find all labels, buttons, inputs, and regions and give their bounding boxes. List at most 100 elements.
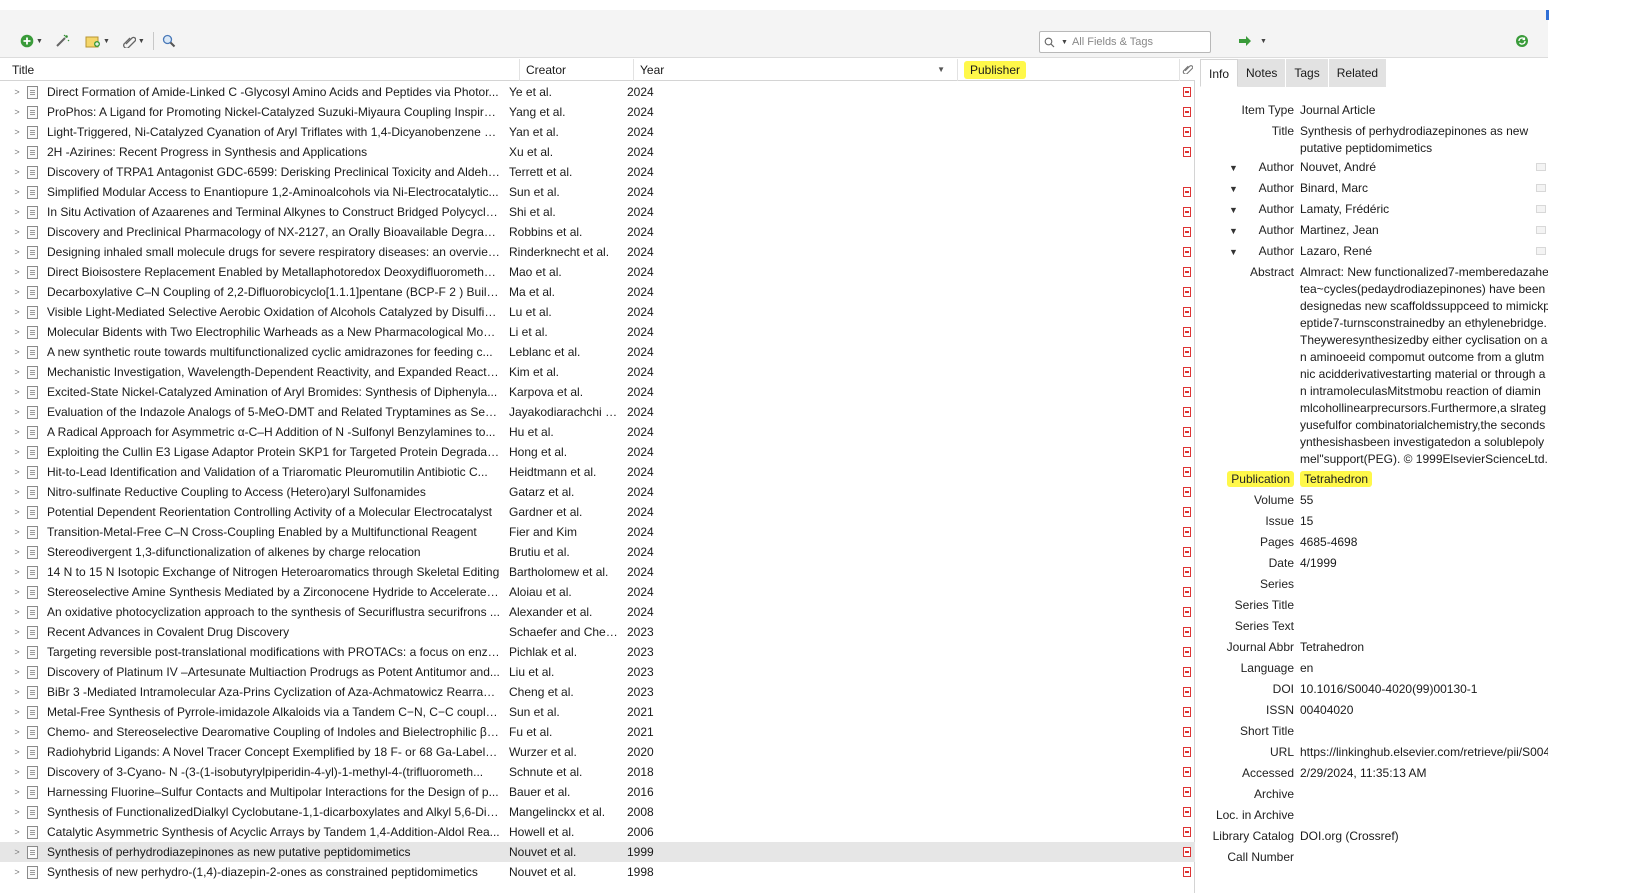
pdf-attachment-icon[interactable] [1183, 847, 1191, 857]
issue-value[interactable]: 15 [1300, 511, 1548, 530]
pdf-attachment-icon[interactable] [1183, 767, 1191, 777]
pdf-attachment-icon[interactable] [1183, 587, 1191, 597]
pages-value[interactable]: 4685-4698 [1300, 532, 1548, 551]
pdf-attachment-icon[interactable] [1183, 447, 1191, 457]
title-value[interactable]: Synthesis of perhydrodiazepinones as new… [1300, 121, 1548, 157]
expand-chevron-icon[interactable]: > [12, 622, 22, 642]
table-row[interactable]: > Direct Formation of Amide-Linked C -Gly… [0, 82, 1195, 102]
pdf-attachment-icon[interactable] [1183, 667, 1191, 677]
series-title-value[interactable] [1300, 595, 1548, 597]
table-row[interactable]: > Discovery and Preclinical Pharmacology … [0, 222, 1195, 242]
pdf-attachment-icon[interactable] [1183, 227, 1191, 237]
table-row[interactable]: > Stereoselective Amine Synthesis Mediate… [0, 582, 1195, 602]
table-row[interactable]: > Evaluation of the Indazole Analogs of 5… [0, 402, 1195, 422]
table-row[interactable]: > Chemo- and Stereoselective Dearomative … [0, 722, 1195, 742]
expand-chevron-icon[interactable]: > [12, 762, 22, 782]
table-row[interactable]: > Designing inhaled small molecule drugs … [0, 242, 1195, 262]
table-row[interactable]: > A Radical Approach for Asymmetric α-C–H… [0, 422, 1195, 442]
pdf-attachment-icon[interactable] [1183, 307, 1191, 317]
creator-menu-chevron-icon[interactable]: ▼ [1229, 223, 1238, 240]
author-name[interactable]: Martinez, Jean [1300, 220, 1548, 239]
pdf-attachment-icon[interactable] [1183, 207, 1191, 217]
abstract-value[interactable]: Almract: New functionalized7-memberedaza… [1300, 262, 1548, 469]
accessed-value[interactable]: 2/29/2024, 11:35:13 AM [1300, 763, 1548, 782]
expand-chevron-icon[interactable]: > [12, 122, 22, 142]
expand-chevron-icon[interactable]: > [12, 462, 22, 482]
pdf-attachment-icon[interactable] [1183, 547, 1191, 557]
expand-chevron-icon[interactable]: > [12, 582, 22, 602]
search-box[interactable]: ▼ [1039, 31, 1211, 53]
expand-chevron-icon[interactable]: > [12, 802, 22, 822]
url-value[interactable]: https://linkinghub.elsevier.com/retrieve… [1300, 742, 1548, 761]
table-row[interactable]: > Direct Bioisostere Replacement Enabled … [0, 262, 1195, 282]
expand-chevron-icon[interactable]: > [12, 262, 22, 282]
table-row[interactable]: > Molecular Bidents with Two Electrophili… [0, 322, 1195, 342]
expand-chevron-icon[interactable]: > [12, 362, 22, 382]
series-value[interactable] [1300, 574, 1548, 576]
author-name[interactable]: Nouvet, André [1300, 157, 1548, 176]
expand-chevron-icon[interactable]: > [12, 202, 22, 222]
expand-chevron-icon[interactable]: > [12, 482, 22, 502]
expand-chevron-icon[interactable]: > [12, 822, 22, 842]
table-row[interactable]: > Excited-State Nickel-Catalyzed Aminatio… [0, 382, 1195, 402]
expand-chevron-icon[interactable]: > [12, 742, 22, 762]
pdf-attachment-icon[interactable] [1183, 387, 1191, 397]
expand-chevron-icon[interactable]: > [12, 782, 22, 802]
table-row[interactable]: > Transition-Metal-Free C–N Cross-Couplin… [0, 522, 1195, 542]
pdf-attachment-icon[interactable] [1183, 687, 1191, 697]
author-name[interactable]: Lamaty, Frédéric [1300, 199, 1548, 218]
creator-menu-chevron-icon[interactable]: ▼ [1229, 160, 1238, 177]
archive-value[interactable] [1300, 784, 1548, 786]
expand-chevron-icon[interactable]: > [12, 82, 22, 102]
pdf-attachment-icon[interactable] [1183, 807, 1191, 817]
expand-chevron-icon[interactable]: > [12, 682, 22, 702]
search-mode-dropdown-icon[interactable]: ▼ [1061, 39, 1068, 46]
expand-chevron-icon[interactable]: > [12, 302, 22, 322]
table-row[interactable]: > Light-Triggered, Ni-Catalyzed Cyanation… [0, 122, 1195, 142]
pdf-attachment-icon[interactable] [1183, 507, 1191, 517]
expand-chevron-icon[interactable]: > [12, 442, 22, 462]
author-label[interactable]: Author [1259, 201, 1294, 218]
table-row[interactable]: > Stereodivergent 1,3-difunctionalization… [0, 542, 1195, 562]
column-attachments[interactable] [1180, 59, 1195, 81]
table-row[interactable]: > Potential Dependent Reorientation Contr… [0, 502, 1195, 522]
table-row[interactable]: > Mechanistic Investigation, Wavelength-D… [0, 362, 1195, 382]
pdf-attachment-icon[interactable] [1183, 867, 1191, 877]
locate-button[interactable]: ▼ [1236, 31, 1269, 51]
creator-menu-chevron-icon[interactable]: ▼ [1229, 181, 1238, 198]
expand-chevron-icon[interactable]: > [12, 182, 22, 202]
table-row[interactable]: > Recent Advances in Covalent Drug Discov… [0, 622, 1195, 642]
pdf-attachment-icon[interactable] [1183, 87, 1191, 97]
pdf-attachment-icon[interactable] [1183, 347, 1191, 357]
pdf-attachment-icon[interactable] [1183, 327, 1191, 337]
name-switch-icon[interactable] [1536, 184, 1546, 192]
tab-related[interactable]: Related [1328, 59, 1388, 87]
pdf-attachment-icon[interactable] [1183, 747, 1191, 757]
column-title[interactable]: Title [0, 59, 520, 81]
pdf-attachment-icon[interactable] [1183, 627, 1191, 637]
name-switch-icon[interactable] [1536, 226, 1546, 234]
issn-value[interactable]: 00404020 [1300, 700, 1548, 719]
series-text-value[interactable] [1300, 616, 1548, 618]
table-row[interactable]: > Discovery of 3-Cyano- N -(3-(1-isobutyr… [0, 762, 1195, 782]
table-row[interactable]: > ProPhos: A Ligand for Promoting Nickel-… [0, 102, 1195, 122]
add-attachment-button[interactable]: ▼ [120, 31, 147, 51]
expand-chevron-icon[interactable]: > [12, 862, 22, 882]
pdf-attachment-icon[interactable] [1183, 267, 1191, 277]
expand-chevron-icon[interactable]: > [12, 602, 22, 622]
loc-in-archive-value[interactable] [1300, 805, 1548, 807]
table-row[interactable]: > An oxidative photocyclization approach … [0, 602, 1195, 622]
expand-chevron-icon[interactable]: > [12, 842, 22, 862]
author-label[interactable]: Author [1259, 222, 1294, 239]
pdf-attachment-icon[interactable] [1183, 527, 1191, 537]
column-year[interactable]: Year ▼ [634, 59, 958, 81]
pdf-attachment-icon[interactable] [1183, 567, 1191, 577]
table-row[interactable]: > BiBr 3 -Mediated Intramolecular Aza-Pri… [0, 682, 1195, 702]
tab-notes[interactable]: Notes [1238, 59, 1287, 87]
language-value[interactable]: en [1300, 658, 1548, 677]
item-type-value[interactable]: Journal Article [1300, 100, 1548, 119]
pdf-attachment-icon[interactable] [1183, 187, 1191, 197]
publication-field[interactable]: Tetrahedron [1300, 469, 1548, 488]
author-label[interactable]: Author [1259, 180, 1294, 197]
table-row[interactable]: > Radiohybrid Ligands: A Novel Tracer Con… [0, 742, 1195, 762]
